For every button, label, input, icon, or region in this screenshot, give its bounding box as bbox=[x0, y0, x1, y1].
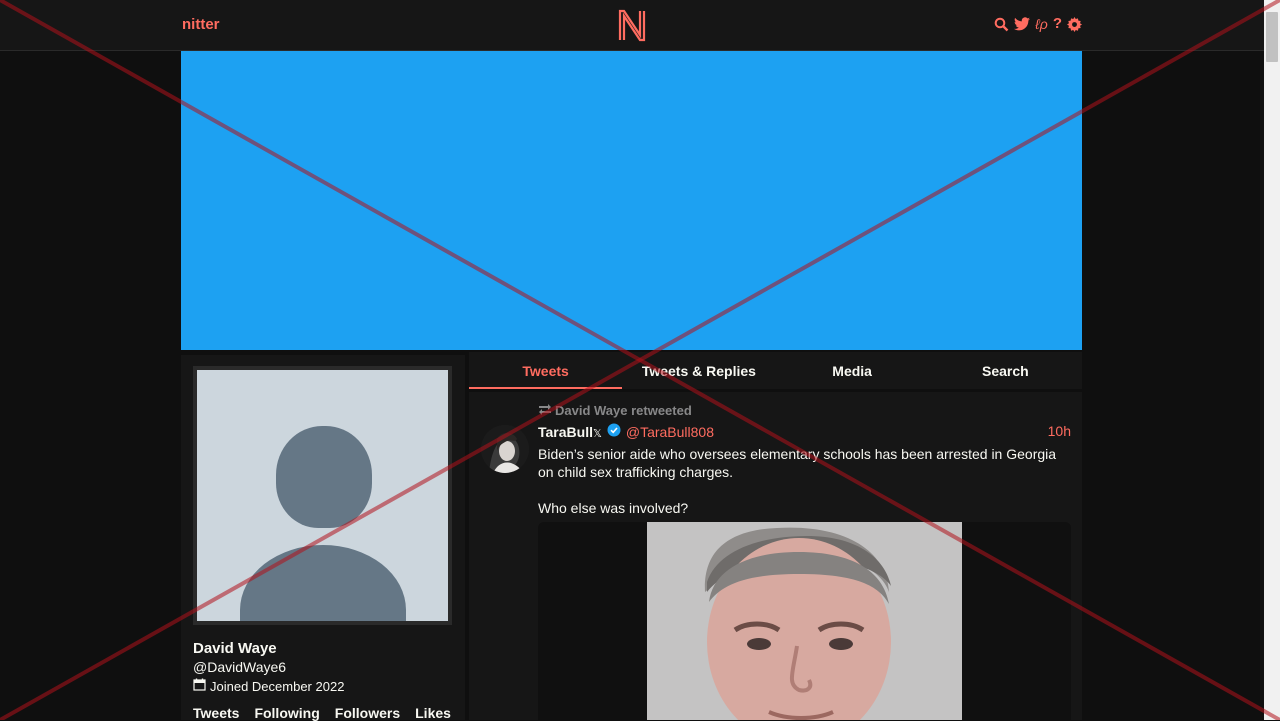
scrollbar-thumb[interactable] bbox=[1266, 12, 1278, 62]
tab-tweets-replies[interactable]: Tweets & Replies bbox=[622, 352, 775, 389]
avatar-head-shape bbox=[276, 426, 372, 528]
stat-likes[interactable]: Likes bbox=[415, 705, 451, 721]
name-suffix: 𝕏 bbox=[592, 427, 602, 440]
mugshot-image[interactable] bbox=[647, 522, 962, 720]
retweet-icon bbox=[538, 403, 552, 418]
stat-following[interactable]: Following bbox=[254, 705, 319, 721]
tweet-avatar[interactable] bbox=[481, 425, 529, 473]
stat-followers[interactable]: Followers bbox=[335, 705, 400, 721]
tweet-handle[interactable]: @TaraBull808 bbox=[626, 424, 714, 440]
tab-tweets[interactable]: Tweets bbox=[469, 352, 623, 389]
tweet-fullname[interactable]: TaraBull𝕏 bbox=[538, 424, 602, 440]
timeline-tabs: Tweets Tweets & Replies Media Search bbox=[469, 352, 1082, 389]
rss-icon[interactable]: ℓρ bbox=[1035, 15, 1048, 33]
brand-link[interactable]: nitter bbox=[182, 16, 220, 33]
stat-tweets[interactable]: Tweets bbox=[193, 705, 239, 721]
retweet-header: David Waye retweeted bbox=[538, 403, 692, 418]
joined-date-text: Joined December 2022 bbox=[210, 678, 345, 694]
timeline: David Waye retweeted TaraBull𝕏 @TaraBull… bbox=[469, 392, 1082, 720]
avatar-body-shape bbox=[240, 545, 406, 621]
tweet-text: Biden’s senior aide who oversees element… bbox=[538, 446, 1057, 516]
profile-fullname[interactable]: David Waye bbox=[193, 640, 277, 657]
tweet-date[interactable]: 10h bbox=[1048, 423, 1071, 439]
profile-username[interactable]: @DavidWaye6 bbox=[193, 659, 286, 675]
page-scrollbar[interactable] bbox=[1264, 0, 1280, 720]
profile-stats: Tweets Following Followers Likes bbox=[193, 705, 451, 721]
profile-banner[interactable] bbox=[181, 51, 1082, 350]
twitter-icon[interactable] bbox=[1014, 17, 1031, 31]
nav-icons: ℓρ ? bbox=[994, 15, 1082, 33]
calendar-icon bbox=[193, 678, 206, 694]
search-icon[interactable] bbox=[994, 17, 1009, 32]
tweet-media[interactable] bbox=[538, 522, 1071, 720]
verified-badge-icon bbox=[607, 423, 621, 440]
gear-icon[interactable] bbox=[1067, 16, 1082, 32]
nitter-logo[interactable] bbox=[617, 8, 647, 47]
avatar[interactable] bbox=[193, 366, 452, 625]
navbar: nitter ℓρ ? bbox=[0, 0, 1264, 51]
tweet-header: TaraBull𝕏 @TaraBull808 bbox=[538, 423, 714, 440]
tab-media[interactable]: Media bbox=[776, 352, 929, 389]
retweet-header-text[interactable]: David Waye retweeted bbox=[555, 403, 692, 418]
profile-card: David Waye @DavidWaye6 Joined December 2… bbox=[181, 355, 465, 721]
tab-search[interactable]: Search bbox=[929, 352, 1082, 389]
default-avatar-image bbox=[197, 370, 448, 621]
profile-joined: Joined December 2022 bbox=[193, 678, 344, 694]
help-icon[interactable]: ? bbox=[1053, 15, 1062, 33]
